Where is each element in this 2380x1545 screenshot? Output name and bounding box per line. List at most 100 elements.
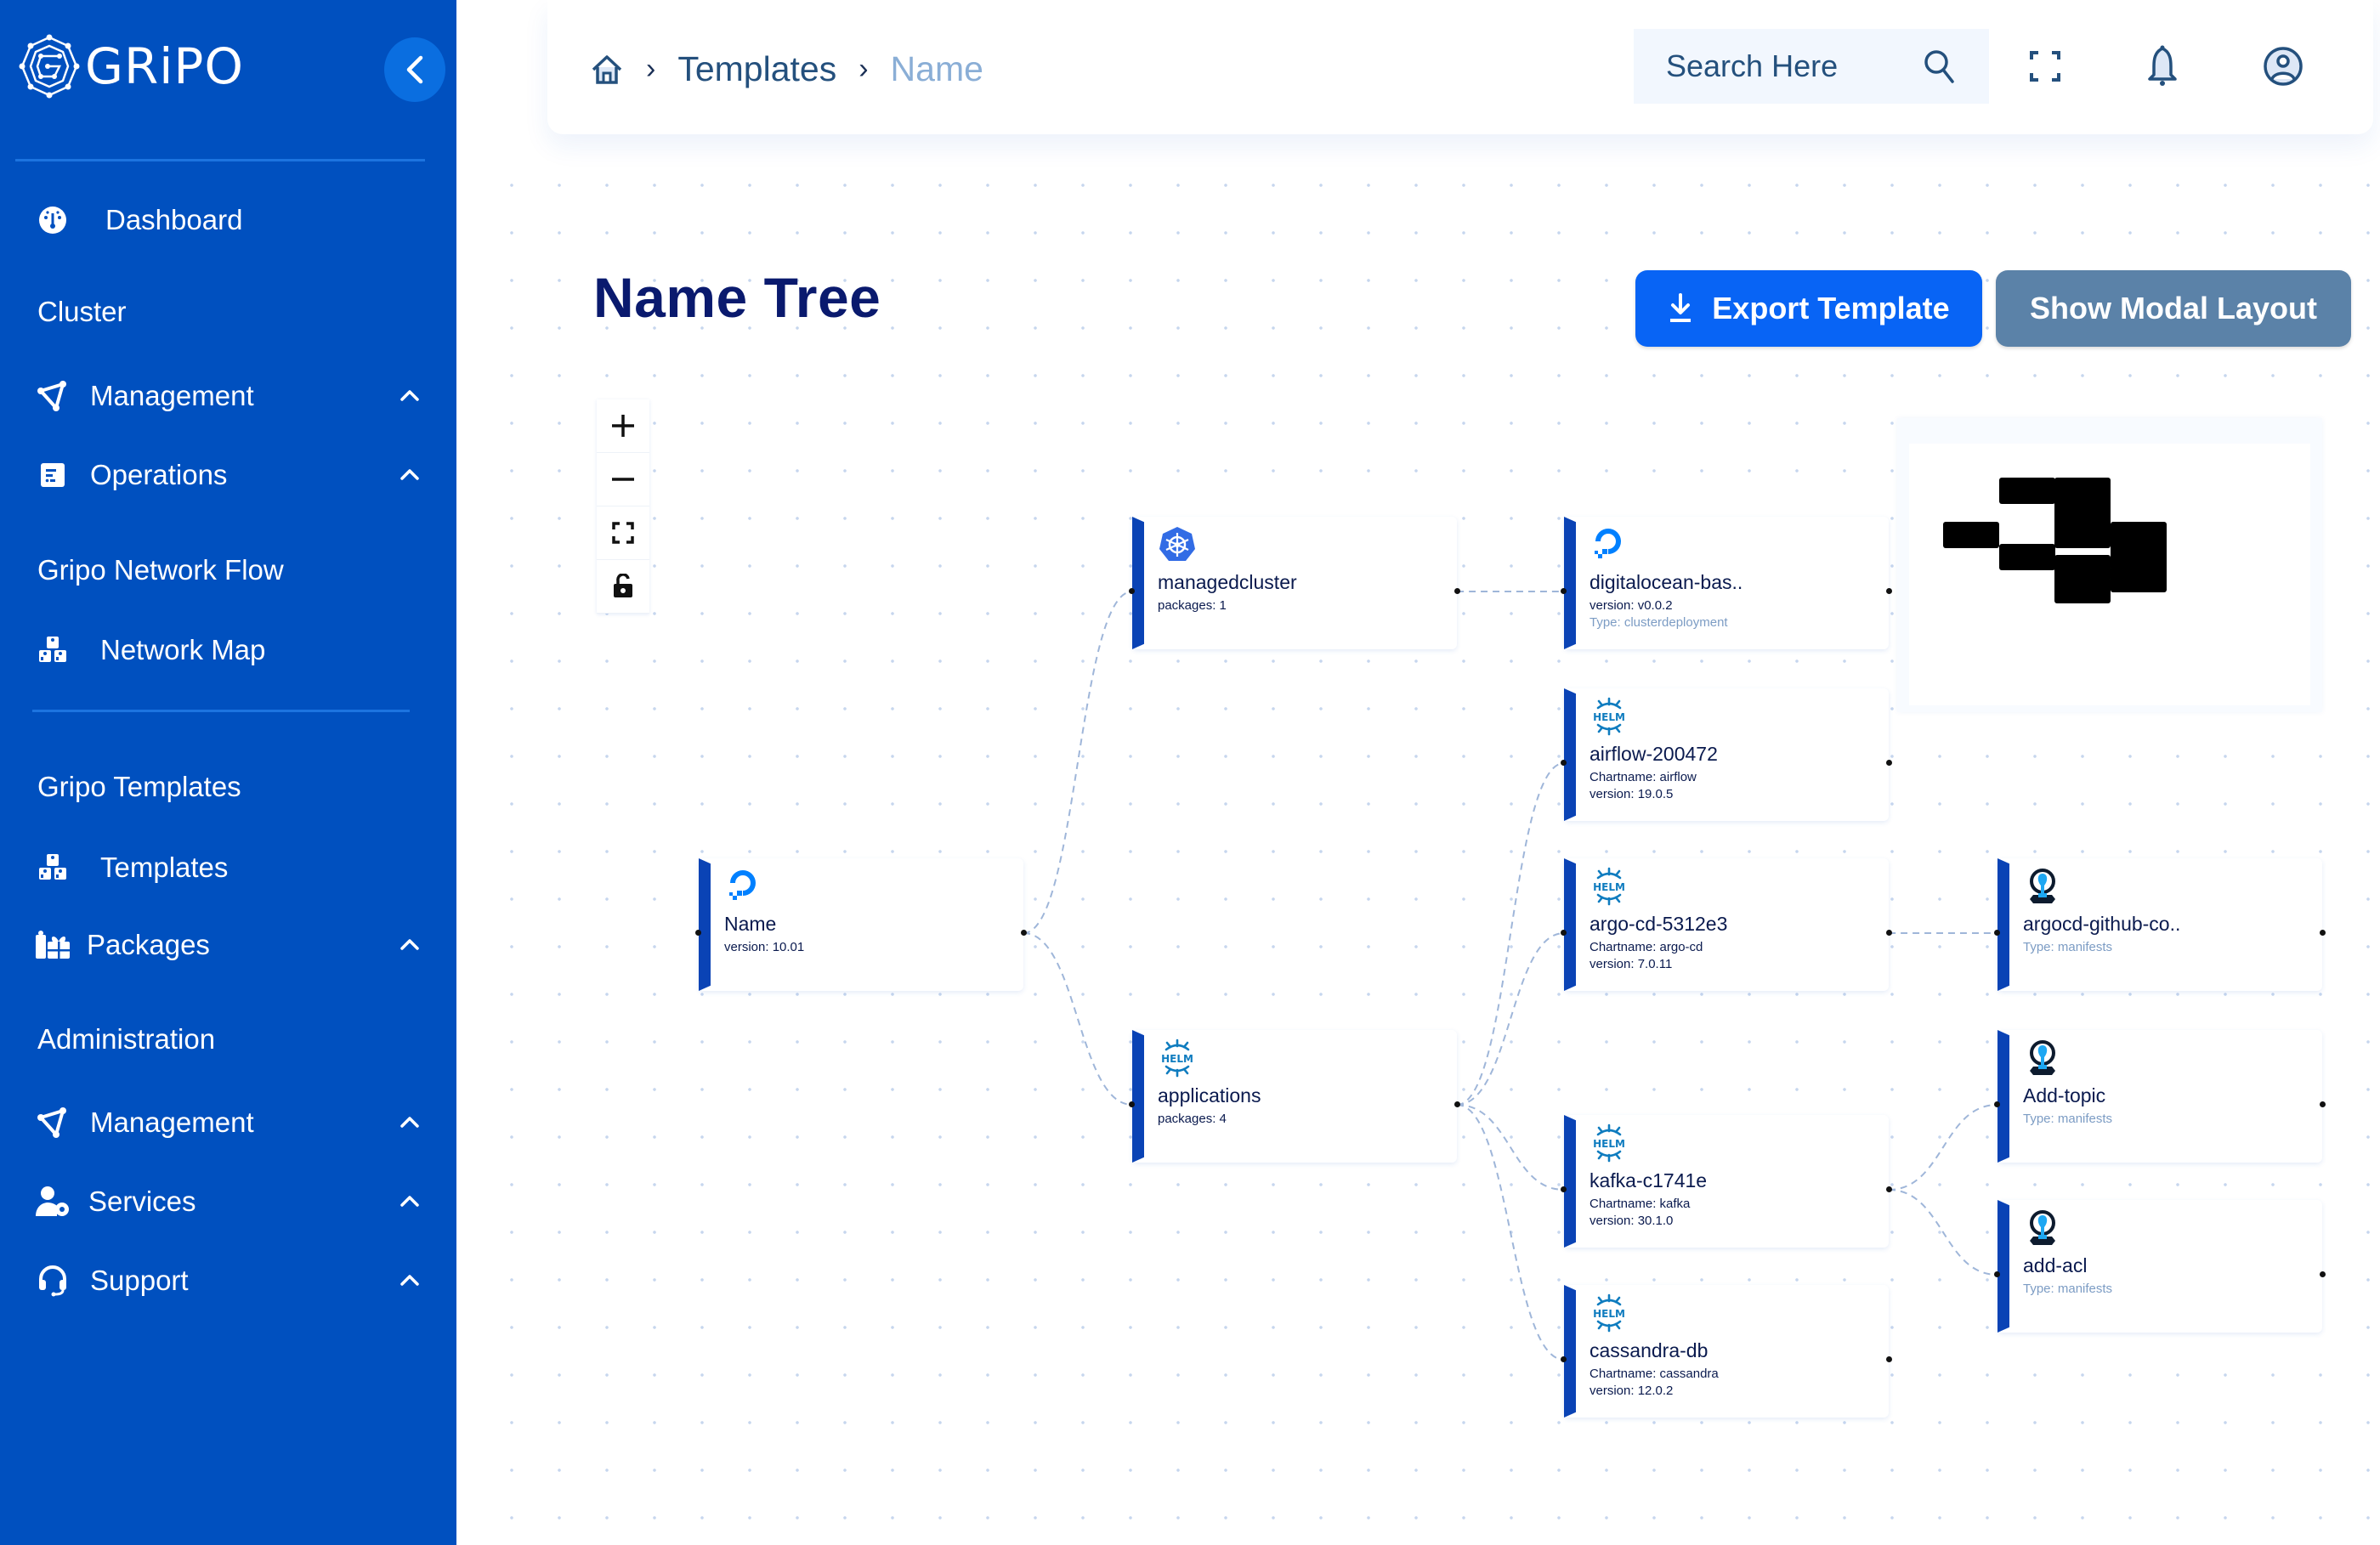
node-output-handle[interactable] [1454,588,1460,594]
node-title: argocd-github-co.. [2023,913,2181,935]
tree-node-add-acl[interactable]: add-acl Type: manifests [1994,1200,2326,1333]
fit-view-button[interactable] [597,507,649,560]
node-accent-bar [1132,1030,1144,1163]
flow-canvas[interactable] [510,144,2380,1545]
node-input-handle[interactable] [1561,760,1567,766]
sidebar-item-cluster-management[interactable]: Management [34,371,422,422]
node-output-handle[interactable] [1886,1186,1892,1192]
node-accent-bar [1998,858,2009,991]
unlock-icon [614,574,632,597]
tree-node-applications[interactable]: HELM applications packages: 4 [1129,1030,1460,1163]
sidebar-item-services[interactable]: Services [34,1176,422,1227]
search-icon[interactable] [1921,48,1958,85]
node-accent-bar [1564,688,1576,821]
tree-node-managedcluster[interactable]: managedcluster packages: 1 [1129,517,1460,649]
brand[interactable]: GRiPO [19,34,244,99]
helm-icon: HELM [1158,1038,1197,1078]
fullscreen-icon[interactable] [2025,44,2066,88]
node-input-handle[interactable] [1129,588,1135,594]
sidebar-divider [15,159,425,161]
node-detail: Type: manifests [2023,1282,2113,1296]
breadcrumb-templates[interactable]: Templates [677,49,836,89]
node-input-handle[interactable] [1561,1186,1567,1192]
sidebar-item-operations[interactable]: Operations [34,450,422,501]
home-icon[interactable] [590,53,624,87]
sidebar-item-support[interactable]: Support [34,1255,422,1306]
tree-node-kafka[interactable]: HELM kafka-c1741e Chartname: kafka version:… [1561,1115,1892,1248]
sidebar-item-packages[interactable]: Packages [34,920,422,971]
user-profile-icon[interactable] [2263,44,2304,88]
helm-icon: HELM [1590,1123,1629,1163]
toggle-interactivity-button[interactable] [597,560,649,614]
node-input-handle[interactable] [1129,1101,1135,1107]
node-detail: Chartname: airflow [1590,770,1697,784]
node-input-handle[interactable] [1561,1356,1567,1362]
node-output-handle[interactable] [2320,1101,2326,1107]
node-accent-bar [699,858,711,991]
dashboard-gauge-icon [34,201,71,239]
tree-node-name[interactable]: Name version: 10.01 [695,858,1027,991]
minimap[interactable] [1897,418,2322,712]
management-network-icon [34,377,71,415]
minimap-node-applications [1998,543,2055,570]
zoom-in-button[interactable] [597,399,649,453]
minimap-node-argocd [2054,521,2111,548]
node-input-handle[interactable] [1994,930,2000,936]
sidebar-item-admin-management[interactable]: Management [34,1097,422,1148]
headset-icon [34,1262,71,1299]
zoom-out-button[interactable] [597,453,649,507]
sidebar-item-dashboard[interactable]: Dashboard [34,195,422,246]
sidebar-section-templates: Gripo Templates [37,771,241,802]
notification-bell-icon[interactable] [2142,44,2183,88]
node-input-handle[interactable] [1561,930,1567,936]
node-title: managedcluster [1158,571,1297,593]
app-root: GRiPO Dashboard Cluster Management Opera… [0,0,2380,1545]
sidebar-section-cluster: Cluster [37,296,127,327]
sidebar-item-network-map[interactable]: Network Map [34,625,422,676]
node-detail: version: 30.1.0 [1590,1214,1674,1228]
tree-node-argocd[interactable]: HELM argo-cd-5312e3 Chartname: argo-cd vers… [1561,858,1892,991]
sidebar-item-label: Management [90,1106,254,1138]
node-detail: packages: 1 [1158,598,1227,613]
tree-node-argocd-github[interactable]: argocd-github-co.. Type: manifests [1994,858,2326,991]
minimap-node-name [1943,521,1999,548]
export-template-button[interactable]: Export Template [1635,270,1982,347]
node-input-handle[interactable] [1994,1101,2000,1107]
node-output-handle[interactable] [1886,930,1892,936]
show-modal-layout-button[interactable]: Show Modal Layout [1996,270,2351,347]
sidebar-item-label: Operations [90,459,228,490]
node-input-handle[interactable] [1994,1271,2000,1277]
cubes-icon [34,849,71,886]
breadcrumb: › Templates › Name [590,49,983,89]
svg-text:HELM: HELM [1593,711,1625,723]
search-input[interactable] [1666,48,1921,84]
node-output-handle[interactable] [1454,1101,1460,1107]
cubes-icon [34,631,71,669]
node-output-handle[interactable] [2320,930,2326,936]
node-title: argo-cd-5312e3 [1590,913,1728,935]
node-output-handle[interactable] [1886,760,1892,766]
node-input-handle[interactable] [695,930,701,936]
node-detail: version: 7.0.11 [1590,957,1673,971]
tree-node-add-topic[interactable]: Add-topic Type: manifests [1994,1030,2326,1163]
node-output-handle[interactable] [1886,1356,1892,1362]
sidebar-item-templates[interactable]: Templates [34,842,422,893]
packages-gift-icon [34,926,71,964]
node-output-handle[interactable] [1886,588,1892,594]
tree-node-cassandra[interactable]: HELM cassandra-db Chartname: cassandra vers… [1561,1285,1892,1418]
operations-list-icon [34,456,71,494]
chevron-left-icon [406,55,423,84]
collapse-sidebar-button[interactable] [384,37,445,102]
node-detail: version: 12.0.2 [1590,1384,1674,1398]
tree-node-digitalocean[interactable]: digitalocean-bas.. version: v0.0.2 Type: c… [1561,517,1892,649]
sidebar-item-label: Dashboard [105,204,243,235]
node-detail: Type: manifests [2023,1112,2113,1126]
node-accent-bar [1564,1115,1576,1248]
node-output-handle[interactable] [2320,1271,2326,1277]
node-output-handle[interactable] [1021,930,1027,936]
user-gear-icon [34,1183,71,1220]
tree-node-airflow[interactable]: HELM airflow-200472 Chartname: airflow vers… [1561,688,1892,821]
node-input-handle[interactable] [1561,588,1567,594]
helm-icon: HELM [1590,867,1629,906]
node-title: cassandra-db [1590,1339,1708,1361]
